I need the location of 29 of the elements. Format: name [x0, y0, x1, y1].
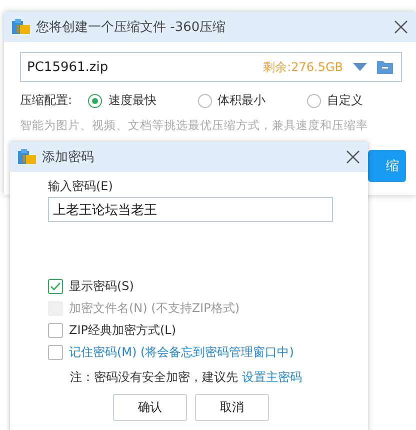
- option-label: 显示密码(S): [69, 278, 134, 295]
- dialog-button[interactable]: 取消: [195, 394, 269, 421]
- option-label: 加密文件名(N) (不支持ZIP格式): [69, 300, 240, 317]
- checkbox[interactable]: [48, 345, 63, 360]
- free-space: 剩余:276.5GB: [263, 58, 343, 76]
- hint-text: 智能为图片、视频、文档等挑选最优压缩方式，兼具速度和压缩率: [20, 118, 369, 133]
- password-label: 输入密码(E): [48, 178, 114, 195]
- folder-icon[interactable]: [377, 60, 393, 74]
- path-field[interactable]: PC15961.zip 剩余:276.5GB: [20, 52, 402, 82]
- file-name: PC15961.zip: [27, 60, 110, 74]
- password-field[interactable]: 上老王论坛当老王: [48, 197, 333, 222]
- checkbox[interactable]: [48, 279, 63, 294]
- dialog-button[interactable]: 确认: [113, 394, 187, 421]
- master-password-link[interactable]: 设置主密码: [242, 369, 302, 386]
- radio-option[interactable]: 速度最快: [88, 92, 198, 109]
- option-link[interactable]: 记住密码(M) (将会备忘到密码管理窗口中): [69, 344, 294, 361]
- archive-icon: [12, 19, 30, 35]
- close-icon[interactable]: [346, 150, 360, 164]
- radio-option[interactable]: 体积最小: [198, 92, 307, 109]
- config-label: 压缩配置:: [20, 92, 74, 109]
- option-label: ZIP经典加密方式(L): [69, 322, 176, 339]
- radio-option[interactable]: 自定义: [306, 92, 416, 109]
- close-icon[interactable]: [394, 20, 408, 34]
- archive-icon: [18, 149, 36, 165]
- window-title: 您将创建一个压缩文件 -360压缩: [36, 19, 227, 36]
- checkbox[interactable]: [48, 323, 63, 338]
- caret-icon[interactable]: [353, 63, 367, 71]
- note-text: 注：密码没有安全加密，建议先: [70, 369, 238, 386]
- dialog-title: 添加密码: [42, 149, 95, 166]
